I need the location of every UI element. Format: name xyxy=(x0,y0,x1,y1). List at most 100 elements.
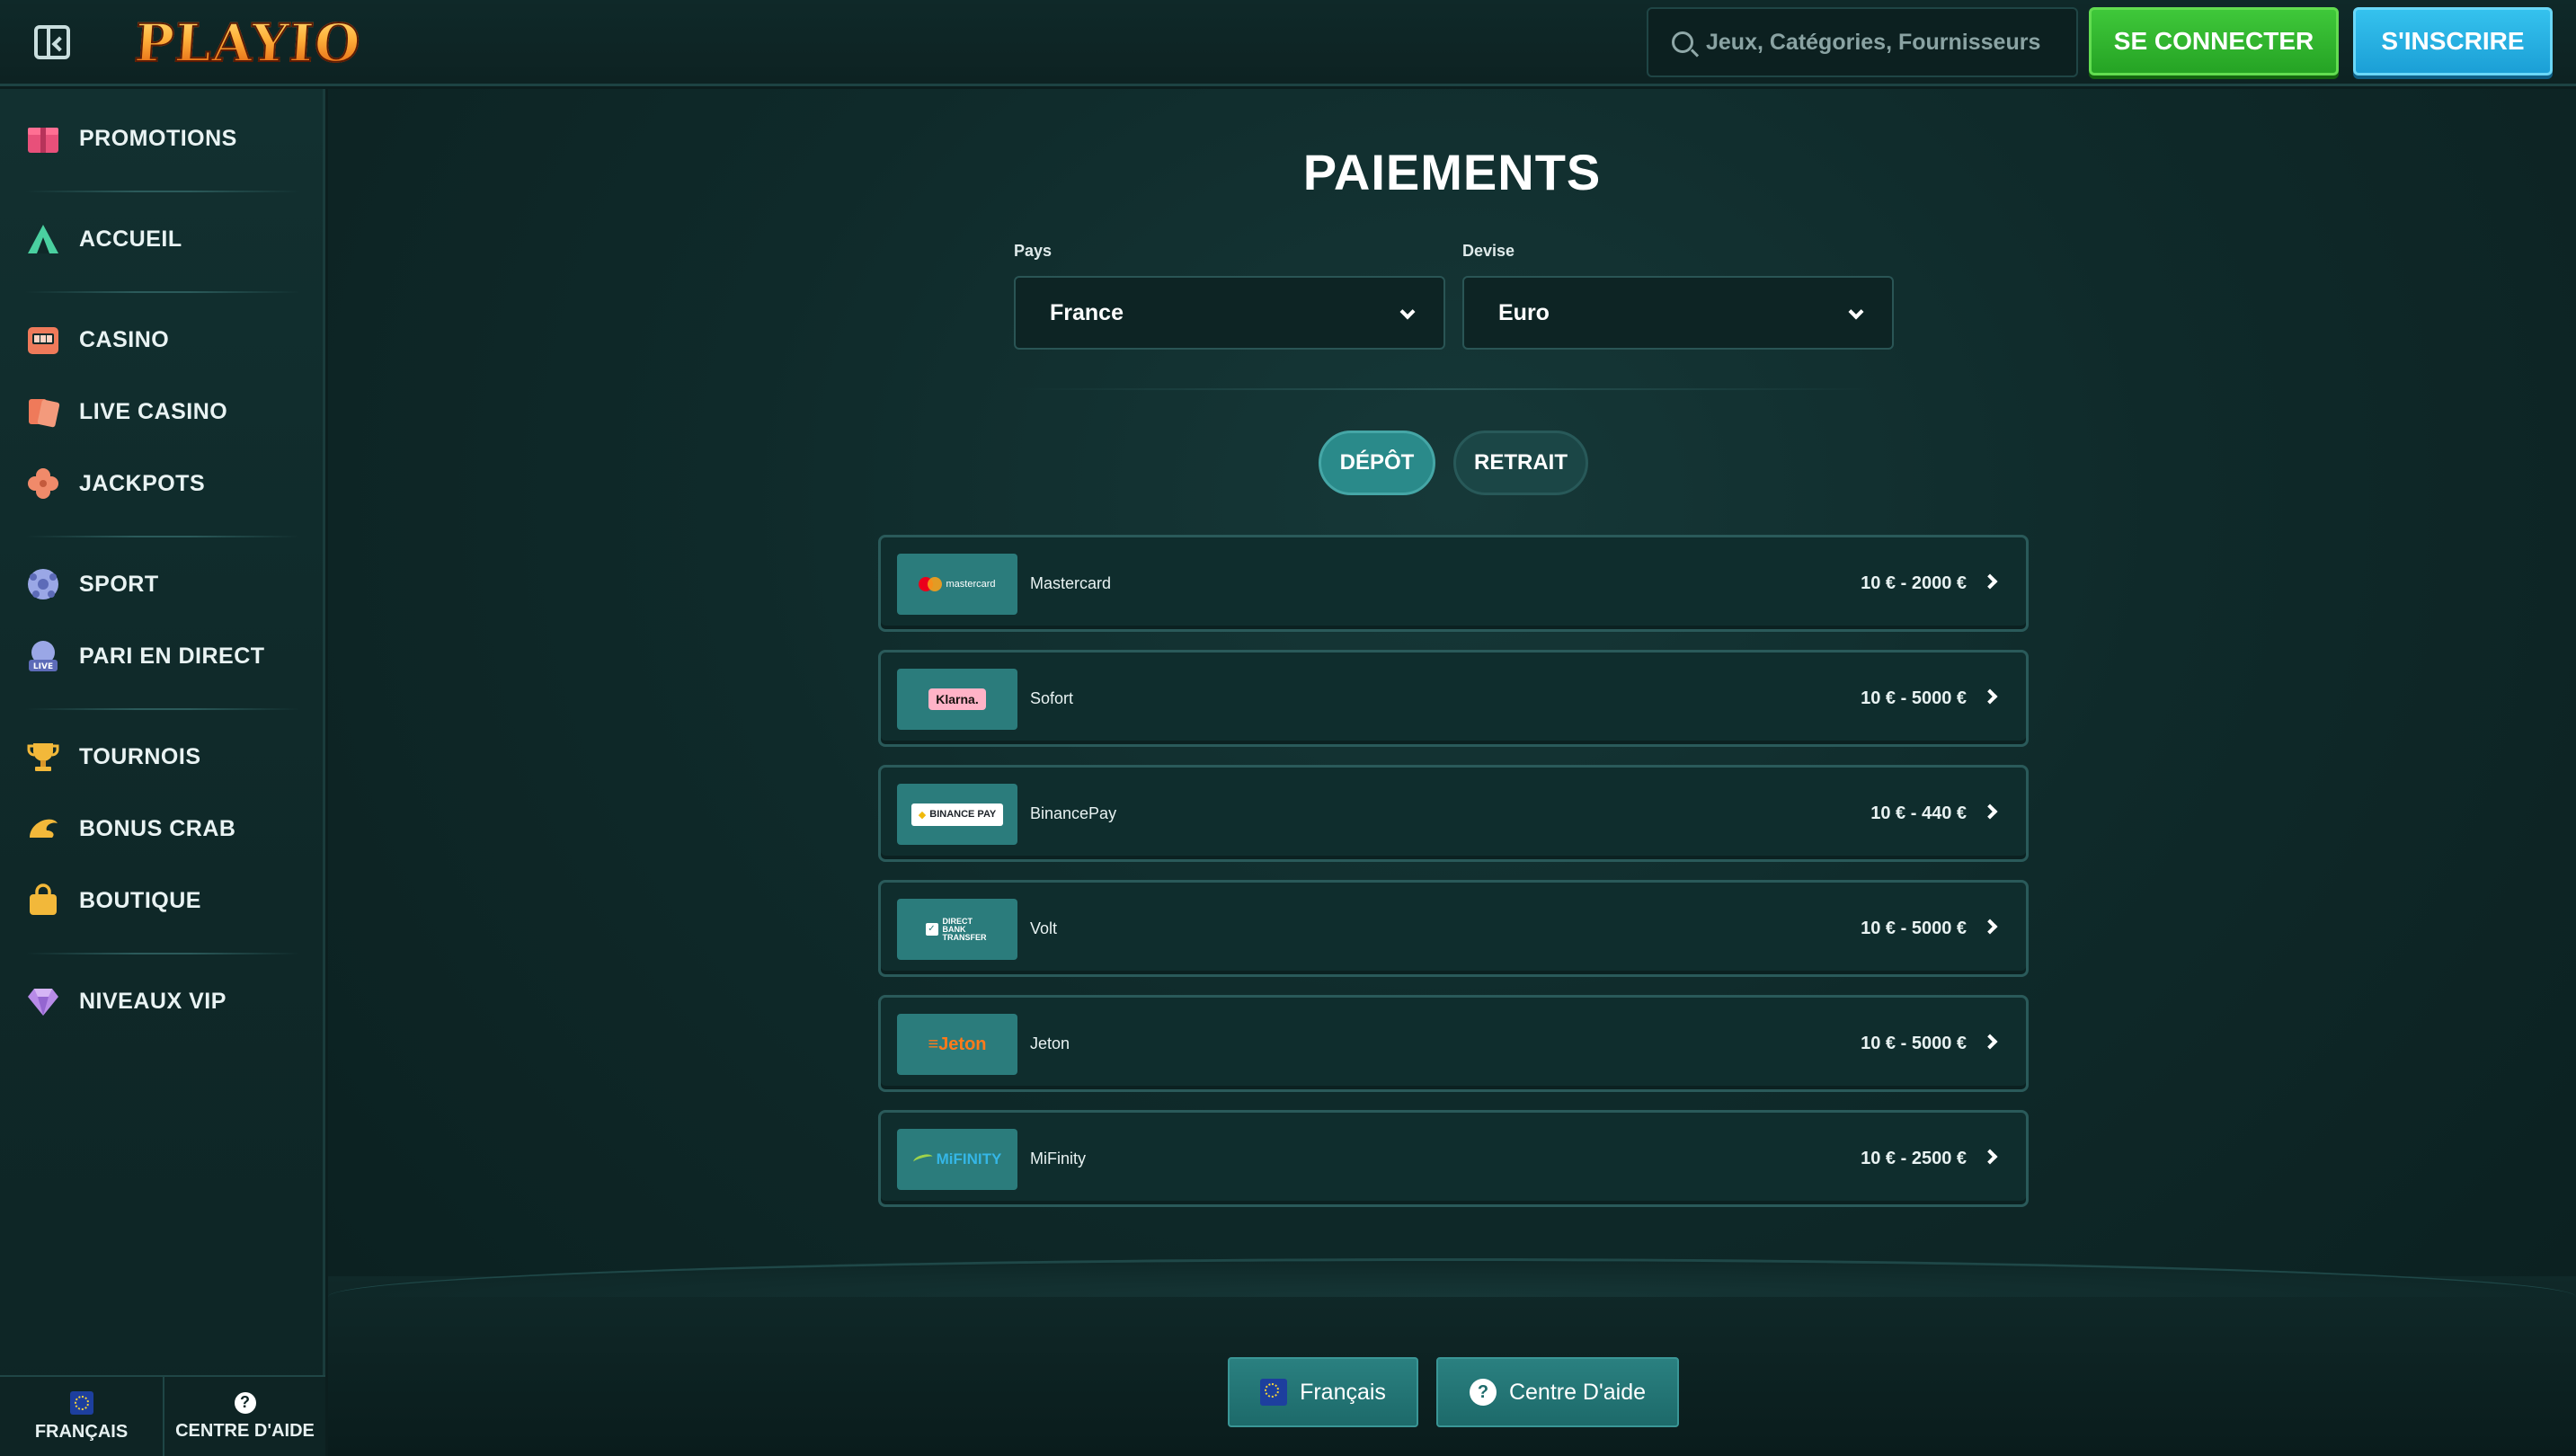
sidebar-item-bonus-crab[interactable]: BONUS CRAB xyxy=(25,802,313,856)
sidebar-item-label: PARI EN DIRECT xyxy=(79,643,265,669)
sidebar-item-label: ACCUEIL xyxy=(79,226,182,252)
live-bet-icon: LIVE xyxy=(25,638,61,674)
tab-withdrawal[interactable]: RETRAIT xyxy=(1453,431,1588,495)
diamond-icon xyxy=(25,983,61,1019)
payment-method-name: MiFinity xyxy=(1030,1149,1086,1167)
sidebar-item-live-casino[interactable]: LIVE CASINO xyxy=(25,385,313,439)
sidebar-item-live-bet[interactable]: LIVE PARI EN DIRECT xyxy=(25,629,313,683)
cards-icon xyxy=(25,394,61,430)
sidebar-divider xyxy=(25,708,300,710)
payment-method-row[interactable]: ◆ BINANCE PAY BinancePay 10 € - 440 € xyxy=(878,765,2029,862)
sidebar-item-promotions[interactable]: PROMOTIONS xyxy=(25,111,313,165)
currency-select[interactable]: Euro xyxy=(1462,276,1894,350)
sidebar-item-casino[interactable]: CASINO xyxy=(25,313,313,367)
brand-logo[interactable]: PLAYIO xyxy=(131,12,363,75)
sidebar-item-label: TOURNOIS xyxy=(79,743,201,769)
sidebar: PROMOTIONS ACCUEIL CASINO LIVE CASINO JA… xyxy=(0,89,325,1456)
payment-method-row[interactable]: Klarna. Sofort 10 € - 5000 € xyxy=(878,650,2029,747)
sidebar-divider xyxy=(25,291,300,293)
sidebar-item-label: CASINO xyxy=(79,326,170,352)
currency-value: Euro xyxy=(1498,299,1550,325)
shopping-bag-icon xyxy=(25,883,61,919)
payment-method-name: Volt xyxy=(1030,919,1058,937)
page-title: PAIEMENTS xyxy=(1302,144,1602,200)
payment-method-row[interactable]: MiFINITY MiFinity 10 € - 2500 € xyxy=(878,1110,2029,1207)
payment-method-row[interactable]: mastercard Mastercard 10 € - 2000 € xyxy=(878,535,2029,632)
language-label: FRANÇAIS xyxy=(34,1421,129,1442)
clover-icon xyxy=(25,466,61,502)
payment-method-name: Sofort xyxy=(1030,688,1074,707)
sidebar-item-vip[interactable]: NIVEAUX VIP xyxy=(25,974,313,1028)
chevron-right-icon xyxy=(1982,688,1998,705)
sidebar-item-label: LIVE CASINO xyxy=(79,398,228,424)
search-input[interactable] xyxy=(1706,29,2065,56)
chevron-right-icon xyxy=(1982,1034,1998,1050)
sidebar-item-label: BONUS CRAB xyxy=(79,815,236,841)
payment-method-name: BinancePay xyxy=(1030,803,1117,822)
sidebar-item-label: BOUTIQUE xyxy=(79,887,201,913)
payment-method-limits: 10 € - 5000 € xyxy=(1861,918,1967,938)
volt-logo: ✓ DIRECT BANK TRANSFER xyxy=(897,899,1017,960)
sidebar-footer: FRANÇAIS ? CENTRE D'AIDE xyxy=(0,1375,325,1456)
payment-method-limits: 10 € - 5000 € xyxy=(1861,688,1967,708)
country-select[interactable]: France xyxy=(1014,276,1445,350)
eu-flag-icon xyxy=(69,1390,93,1415)
svg-text:LIVE: LIVE xyxy=(33,662,53,671)
payment-method-name: Mastercard xyxy=(1030,573,1112,592)
tent-icon xyxy=(25,221,61,257)
mastercard-logo: mastercard xyxy=(897,554,1017,615)
country-value: France xyxy=(1050,299,1124,325)
sidebar-item-sport[interactable]: SPORT xyxy=(25,557,313,611)
divider xyxy=(1016,388,1879,390)
mifinity-logo: MiFINITY xyxy=(897,1129,1017,1190)
payment-method-limits: 10 € - 2500 € xyxy=(1861,1148,1967,1168)
footer-help-button[interactable]: ? Centre D'aide xyxy=(1436,1357,1679,1427)
payment-method-limits: 10 € - 5000 € xyxy=(1861,1033,1967,1053)
sidebar-item-tournois[interactable]: TOURNOIS xyxy=(25,730,313,784)
sidebar-item-label: NIVEAUX VIP xyxy=(79,988,227,1014)
help-label: CENTRE D'AIDE xyxy=(175,1420,315,1441)
help-icon: ? xyxy=(234,1391,256,1414)
sidebar-help-button[interactable]: ? CENTRE D'AIDE xyxy=(163,1377,325,1456)
chevron-right-icon xyxy=(1982,573,1998,590)
search-icon xyxy=(1672,31,1693,53)
jeton-logo: ≡Jeton xyxy=(897,1014,1017,1075)
sidebar-divider xyxy=(25,953,300,954)
sidebar-language-button[interactable]: FRANÇAIS xyxy=(0,1377,163,1456)
sidebar-divider xyxy=(25,191,300,192)
payment-method-row[interactable]: ≡Jeton Jeton 10 € - 5000 € xyxy=(878,995,2029,1092)
main-content: PAIEMENTS Pays France Devise Euro DÉPÔT … xyxy=(328,89,2576,1456)
sidebar-item-accueil[interactable]: ACCUEIL xyxy=(25,212,313,266)
sidebar-item-jackpots[interactable]: JACKPOTS xyxy=(25,457,313,510)
gift-icon xyxy=(25,120,61,156)
binance-pay-logo: ◆ BINANCE PAY xyxy=(897,784,1017,845)
chevron-down-icon xyxy=(1399,304,1416,320)
sidebar-item-label: PROMOTIONS xyxy=(79,125,237,151)
chevron-down-icon xyxy=(1848,304,1864,320)
klarna-logo: Klarna. xyxy=(897,669,1017,730)
top-header: PLAYIO SE CONNECTER S'INSCRIRE xyxy=(0,0,2576,86)
login-button[interactable]: SE CONNECTER xyxy=(2089,7,2339,75)
chevron-right-icon xyxy=(1982,1149,1998,1165)
footer-language-label: Français xyxy=(1300,1379,1386,1405)
payment-method-limits: 10 € - 440 € xyxy=(1870,803,1967,823)
signup-button[interactable]: S'INSCRIRE xyxy=(2353,7,2553,75)
currency-label: Devise xyxy=(1462,242,1515,260)
country-label: Pays xyxy=(1014,242,1053,260)
footer-help-label: Centre D'aide xyxy=(1508,1379,1647,1405)
payment-method-row[interactable]: ✓ DIRECT BANK TRANSFER Volt 10 € - 5000 € xyxy=(878,880,2029,977)
sidebar-divider xyxy=(25,536,300,537)
slot-machine-icon xyxy=(25,322,61,358)
sidebar-item-boutique[interactable]: BOUTIQUE xyxy=(25,874,313,928)
sidebar-item-label: SPORT xyxy=(79,571,159,597)
eu-flag-icon xyxy=(1260,1379,1288,1406)
footer-language-button[interactable]: Français xyxy=(1228,1357,1418,1427)
soccer-ball-icon xyxy=(25,566,61,602)
search-box[interactable] xyxy=(1647,7,2078,77)
payment-method-name: Jeton xyxy=(1030,1034,1070,1052)
payment-method-limits: 10 € - 2000 € xyxy=(1861,573,1967,593)
chevron-right-icon xyxy=(1982,919,1998,935)
help-icon: ? xyxy=(1469,1379,1497,1406)
tab-deposit[interactable]: DÉPÔT xyxy=(1319,431,1435,495)
sidebar-toggle-icon[interactable] xyxy=(34,25,70,59)
